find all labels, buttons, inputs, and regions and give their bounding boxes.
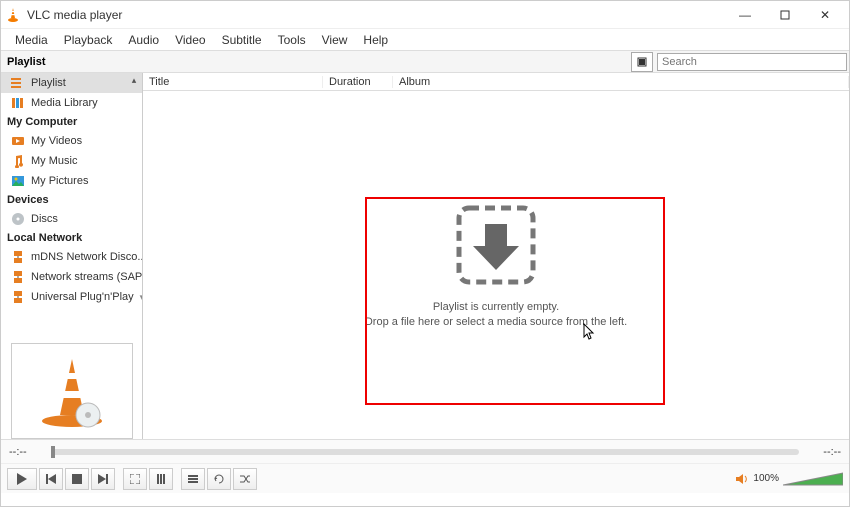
- album-art-preview: [11, 343, 133, 439]
- network-icon: [11, 250, 25, 264]
- menu-view[interactable]: View: [314, 31, 356, 49]
- sidebar-item-sap[interactable]: Network streams (SAP): [1, 267, 142, 287]
- column-headers: Title Duration Album: [143, 73, 849, 91]
- menu-video[interactable]: Video: [167, 31, 213, 49]
- sidebar-item-label: Playlist: [31, 77, 66, 89]
- playback-controls: 100%: [1, 463, 849, 493]
- col-title[interactable]: Title: [143, 76, 323, 88]
- sidebar-item-my-videos[interactable]: My Videos: [1, 131, 142, 151]
- playlist-label: Playlist: [1, 56, 631, 68]
- sidebar-head-devices: Devices: [1, 191, 142, 209]
- seekbar-row: --:-- --:--: [1, 439, 849, 463]
- sidebar: ▴ Playlist Media Library My Computer My …: [1, 73, 143, 439]
- scroll-up-arrow[interactable]: ▴: [128, 75, 140, 86]
- playlist-dropzone[interactable]: Playlist is currently empty. Drop a file…: [143, 91, 849, 439]
- sidebar-item-media-library[interactable]: Media Library: [1, 93, 142, 113]
- stop-button[interactable]: [65, 468, 89, 490]
- shuffle-button[interactable]: [233, 468, 257, 490]
- view-toggle-button[interactable]: [631, 52, 653, 72]
- sidebar-item-label: Universal Plug'n'Play: [31, 291, 134, 303]
- vlc-cone-icon: [5, 7, 21, 23]
- play-button[interactable]: [7, 468, 37, 490]
- vlc-cone-large-icon: [32, 351, 112, 431]
- playlist-main: Title Duration Album Playlist is current…: [143, 73, 849, 439]
- menu-tools[interactable]: Tools: [270, 31, 314, 49]
- sidebar-item-my-music[interactable]: My Music: [1, 151, 142, 171]
- fullscreen-button[interactable]: [123, 468, 147, 490]
- menubar: Media Playback Audio Video Subtitle Tool…: [1, 29, 849, 51]
- maximize-button[interactable]: [765, 1, 805, 29]
- minimize-button[interactable]: —: [725, 1, 765, 29]
- menu-help[interactable]: Help: [355, 31, 396, 49]
- sidebar-item-label: My Music: [31, 155, 77, 167]
- playlist-toolbar: Playlist: [1, 51, 849, 73]
- drop-arrow-icon: [451, 200, 541, 290]
- extended-settings-button[interactable]: [149, 468, 173, 490]
- sidebar-item-upnp[interactable]: Universal Plug'n'Play ▾: [1, 287, 142, 307]
- sidebar-head-computer: My Computer: [1, 113, 142, 131]
- col-duration[interactable]: Duration: [323, 76, 393, 88]
- sidebar-item-label: Network streams (SAP): [31, 271, 142, 283]
- volume-control[interactable]: 100%: [735, 471, 843, 487]
- col-album[interactable]: Album: [393, 76, 849, 88]
- menu-playback[interactable]: Playback: [56, 31, 121, 49]
- content-area: ▴ Playlist Media Library My Computer My …: [1, 73, 849, 439]
- prev-button[interactable]: [39, 468, 63, 490]
- empty-playlist-text: Playlist is currently empty. Drop a file…: [365, 300, 627, 331]
- video-icon: [11, 134, 25, 148]
- titlebar: VLC media player — ✕: [1, 1, 849, 29]
- time-elapsed: --:--: [9, 446, 43, 458]
- volume-slider[interactable]: [783, 471, 843, 487]
- close-button[interactable]: ✕: [805, 1, 845, 29]
- seekbar[interactable]: [51, 449, 799, 455]
- network-icon: [11, 290, 25, 304]
- sidebar-item-label: My Pictures: [31, 175, 88, 187]
- window-title: VLC media player: [27, 8, 725, 22]
- menu-subtitle[interactable]: Subtitle: [214, 31, 270, 49]
- sidebar-item-discs[interactable]: Discs: [1, 209, 142, 229]
- library-icon: [11, 96, 25, 110]
- sidebar-item-label: mDNS Network Disco...: [31, 251, 142, 263]
- playlist-icon: [11, 76, 25, 90]
- volume-percent: 100%: [753, 473, 779, 484]
- speaker-icon: [735, 472, 749, 486]
- sidebar-head-network: Local Network: [1, 229, 142, 247]
- sidebar-item-my-pictures[interactable]: My Pictures: [1, 171, 142, 191]
- network-icon: [11, 270, 25, 284]
- music-icon: [11, 154, 25, 168]
- chevron-down-icon: ▾: [140, 292, 142, 303]
- next-button[interactable]: [91, 468, 115, 490]
- menu-media[interactable]: Media: [7, 31, 56, 49]
- sidebar-item-label: My Videos: [31, 135, 82, 147]
- picture-icon: [11, 174, 25, 188]
- search-input[interactable]: [657, 53, 847, 71]
- disc-icon: [11, 212, 25, 226]
- menu-audio[interactable]: Audio: [120, 31, 167, 49]
- time-total: --:--: [807, 446, 841, 458]
- sidebar-item-label: Media Library: [31, 97, 98, 109]
- loop-button[interactable]: [207, 468, 231, 490]
- playlist-toggle-button[interactable]: [181, 468, 205, 490]
- sidebar-item-label: Discs: [31, 213, 58, 225]
- sidebar-item-mdns[interactable]: mDNS Network Disco...: [1, 247, 142, 267]
- sidebar-item-playlist[interactable]: Playlist: [1, 73, 142, 93]
